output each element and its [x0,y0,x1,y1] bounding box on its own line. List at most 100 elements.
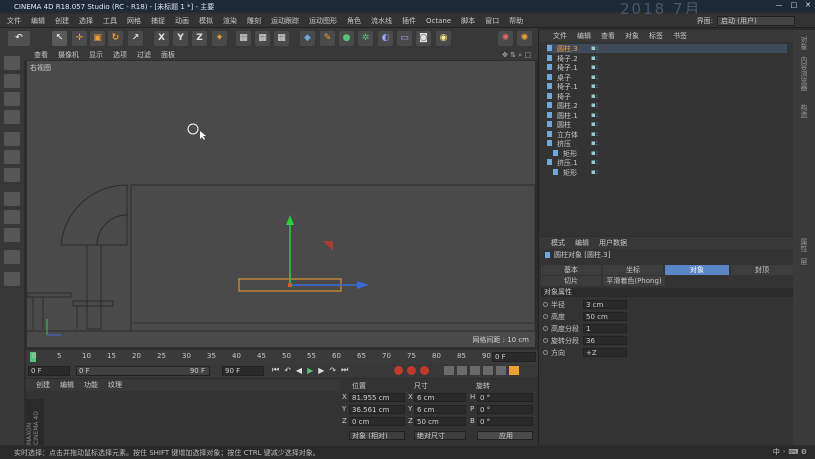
material-menu-texture[interactable]: 纹理 [108,380,122,390]
scale-icon[interactable]: ▣ [90,31,105,46]
z-axis-lock-button[interactable]: Z [192,31,207,46]
floor-icon[interactable]: ▭ [397,31,412,46]
next-frame-icon[interactable]: ▶ [318,366,324,375]
points-mode-icon[interactable] [4,132,20,146]
am-menu-userdata[interactable]: 用户数据 [599,238,627,248]
strip-tab-objects[interactable]: 对象 [799,36,809,50]
object-name[interactable]: 圆柱 [557,120,571,130]
object-row[interactable]: 挤压 ▪: [547,139,787,148]
position-key-icon[interactable] [444,366,454,375]
menu-pipeline[interactable]: 流水线 [371,16,392,26]
octane-live-icon[interactable]: ✺ [517,31,532,46]
animate-dot-icon[interactable] [543,314,548,319]
recent-tool-icon[interactable]: ↗ [128,31,143,46]
object-row[interactable]: 椅子 ▪: [547,92,787,101]
material-menu-edit[interactable]: 编辑 [60,380,74,390]
model-mode-icon[interactable] [4,74,20,88]
viewport-menu-filter[interactable]: 过滤 [137,50,151,60]
viewport-menu-panel[interactable]: 面板 [161,50,175,60]
visibility-flags-icon[interactable]: ▪: [591,139,598,147]
make-editable-icon[interactable] [4,56,20,70]
menu-animate[interactable]: 动画 [175,16,189,26]
object-row[interactable]: 矩形 ▪: [547,149,787,158]
om-menu-tags[interactable]: 标签 [649,31,663,41]
z-axis-arrow-icon[interactable] [357,281,369,289]
menu-file[interactable]: 文件 [7,16,21,26]
om-menu-view[interactable]: 查看 [601,31,615,41]
play-icon[interactable]: ▶ [307,366,313,375]
menu-window[interactable]: 窗口 [485,16,499,26]
visibility-flags-icon[interactable]: ▪: [591,92,598,100]
timeline-window-icon[interactable] [509,366,519,375]
menu-motion-tracking[interactable]: 运动跟踪 [271,16,299,26]
edges-mode-icon[interactable] [4,150,20,164]
snap-icon[interactable] [4,228,20,242]
rotate-icon[interactable]: ↻ [108,31,123,46]
strip-tab-attributes[interactable]: 属性 [799,238,809,252]
goto-start-icon[interactable]: ⏮ [272,365,279,375]
property-value[interactable]: 3 cm [583,300,627,309]
am-menu-edit[interactable]: 编辑 [575,238,589,248]
close-icon[interactable]: ✕ [805,1,811,9]
subdivision-icon[interactable]: ● [339,31,354,46]
object-name[interactable]: 椅子 [557,92,571,102]
minimize-icon[interactable]: — [776,1,783,9]
prev-frame-icon[interactable]: ◀ [296,366,302,375]
object-name[interactable]: 桌子 [557,73,571,83]
material-menu-function[interactable]: 功能 [84,380,98,390]
x-axis-lock-button[interactable]: X [154,31,169,46]
menu-octane[interactable]: Octane [426,17,451,25]
apply-button[interactable]: 应用 [477,431,533,440]
pos-y-field[interactable]: 36.561 cm [349,405,405,414]
key-selection-icon[interactable] [420,366,429,375]
viewport-right-view[interactable]: 右视图 网格间距 : 10 cm ✥ ⇅ ⌕ □ [26,51,536,348]
object-name[interactable]: 圆柱.3 [557,44,578,54]
gizmo-center[interactable] [288,283,292,287]
workplane-lock-icon[interactable] [4,250,20,264]
viewport-menu-camera[interactable]: 摄像机 [58,50,79,60]
next-key-icon[interactable]: ↷ [329,366,336,375]
visibility-flags-icon[interactable]: ▪: [591,149,598,157]
menu-plugins[interactable]: 插件 [402,16,416,26]
tab-phong[interactable]: 平滑着色(Phong) [603,276,665,286]
camera-icon[interactable]: ◙ [416,31,431,46]
tab-caps[interactable]: 封顶 [731,265,793,275]
strip-tab-layers[interactable]: 层 [799,258,809,265]
visibility-flags-icon[interactable]: ▪: [591,63,598,71]
object-name[interactable]: 矩形 [563,149,577,159]
visibility-flags-icon[interactable]: ▪: [591,73,598,81]
menu-select[interactable]: 选择 [79,16,93,26]
om-menu-objects[interactable]: 对象 [625,31,639,41]
render-picture-viewer-icon[interactable]: ▦ [255,31,270,46]
object-name[interactable]: 椅子.2 [557,54,578,64]
object-row[interactable]: 矩形 ▪: [547,168,787,177]
animate-dot-icon[interactable] [543,338,548,343]
rotation-key-icon[interactable] [470,366,480,375]
size-z-field[interactable]: 50 cm [414,417,466,426]
menu-render[interactable]: 渲染 [223,16,237,26]
object-name[interactable]: 椅子.1 [557,63,578,73]
move-icon[interactable]: ✛ [72,31,87,46]
octane-icon[interactable]: ✺ [498,31,513,46]
rot-h-field[interactable]: 0 ° [477,393,533,402]
x-axis-plane-icon[interactable] [323,241,333,251]
y-axis-lock-button[interactable]: Y [173,31,188,46]
cube-primitive-icon[interactable]: ◆ [300,31,315,46]
object-row[interactable]: 圆柱.2 ▪: [547,101,787,110]
coord-mode-select[interactable]: 对象 (相对) [349,431,405,440]
animate-dot-icon[interactable] [543,302,548,307]
render-settings-icon[interactable]: ▦ [274,31,289,46]
live-select-icon[interactable]: ↖ [52,31,67,46]
size-y-field[interactable]: 6 cm [414,405,466,414]
object-name[interactable]: 矩形 [563,168,577,178]
cloner-icon[interactable]: ✲ [358,31,373,46]
tab-slice[interactable]: 切片 [541,276,601,286]
timeline-ruler[interactable]: 0 5 10 15 20 25 30 35 40 45 50 55 60 65 70 75 80 85 90 0 F [26,350,538,364]
object-row[interactable]: 立方体 ▪: [547,130,787,139]
workplane-icon[interactable] [4,110,20,124]
size-x-field[interactable]: 6 cm [414,393,466,402]
menu-tools[interactable]: 工具 [103,16,117,26]
property-value[interactable]: +Z [583,348,627,357]
object-name[interactable]: 挤压.1 [557,158,578,168]
object-row[interactable]: 桌子 ▪: [547,73,787,82]
